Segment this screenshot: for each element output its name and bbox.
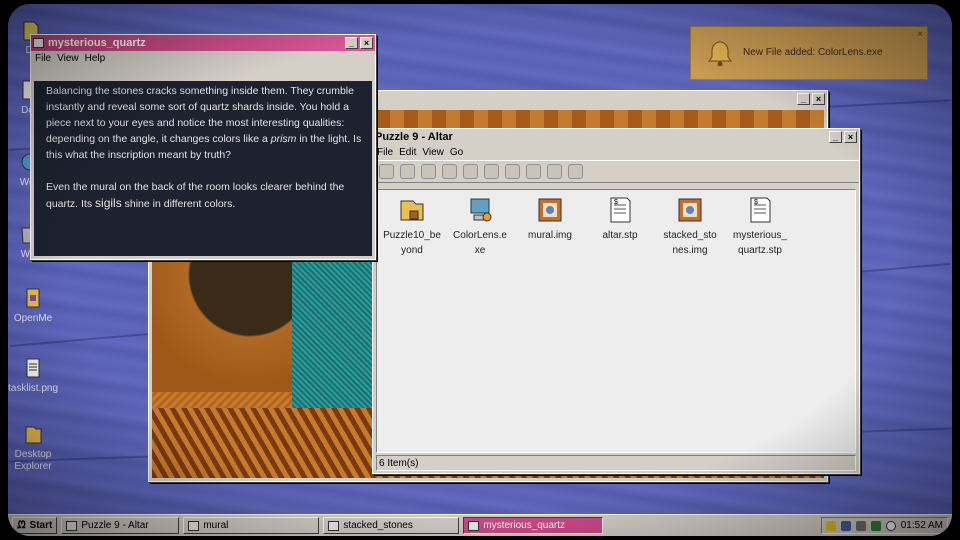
clock-icon bbox=[885, 520, 896, 531]
script-icon bbox=[26, 288, 40, 308]
file-name-line2: yond bbox=[401, 245, 423, 256]
note-window[interactable]: mysterious_quartz _ × File View Help Bal… bbox=[30, 34, 376, 260]
app-icon bbox=[33, 38, 44, 48]
file-name-line1: stacked_sto bbox=[663, 230, 717, 241]
explorer-icon bbox=[25, 426, 42, 444]
file-name-line2: xe bbox=[474, 245, 486, 256]
window-icon bbox=[468, 520, 480, 531]
explorer-menu-bar: File Edit View Go bbox=[373, 145, 859, 160]
file-item[interactable]: mural.img bbox=[515, 195, 585, 243]
menu-view[interactable]: View bbox=[422, 147, 444, 158]
notepad-icon bbox=[26, 358, 40, 378]
task-mysterious-quartz[interactable]: mysterious_quartz bbox=[463, 517, 604, 534]
image-icon bbox=[538, 198, 562, 222]
clock[interactable]: 01:52 AM bbox=[901, 520, 943, 531]
note-title-bar[interactable]: mysterious_quartz _ × bbox=[31, 35, 375, 51]
menu-help[interactable]: Help bbox=[85, 53, 106, 64]
task-stacked-stones[interactable]: stacked_stones bbox=[323, 517, 460, 534]
desktop-icon-label: tasklist.png bbox=[8, 383, 59, 394]
speaker-icon[interactable] bbox=[855, 520, 866, 531]
desktop-icon-label: Desktop Explorer bbox=[14, 449, 52, 472]
taskbar: ᘻ Start Puzzle 9 - Altar mural stacked_s… bbox=[8, 514, 952, 536]
notification-close-button[interactable]: × bbox=[917, 29, 923, 40]
explorer-title: Puzzle 9 - Altar bbox=[375, 131, 453, 143]
close-button[interactable]: × bbox=[812, 93, 825, 105]
task-label: mural bbox=[203, 520, 229, 531]
desktop: Do Doc Web Wa OpenMe tasklist.png Deskto… bbox=[8, 4, 952, 536]
locked-folder-icon bbox=[400, 200, 424, 221]
task-puzzle-9-altar[interactable]: Puzzle 9 - Altar bbox=[61, 517, 180, 534]
bell-icon bbox=[708, 41, 732, 67]
shield-icon[interactable] bbox=[870, 520, 881, 531]
desktop-icon-openme[interactable]: OpenMe bbox=[8, 286, 61, 325]
file-name-line1: altar.stp bbox=[602, 230, 638, 241]
note-menu-bar: File View Help bbox=[31, 51, 375, 66]
file-name-line1: mysterious_ bbox=[733, 230, 787, 241]
file-item[interactable]: Puzzle10_be yond bbox=[377, 195, 447, 258]
close-button[interactable]: × bbox=[844, 131, 857, 143]
task-mural[interactable]: mural bbox=[183, 517, 320, 534]
task-label: stacked_stones bbox=[343, 520, 413, 531]
file-name-line1: mural.img bbox=[528, 230, 572, 241]
start-button[interactable]: ᘻ Start bbox=[12, 517, 58, 534]
file-item[interactable]: ColorLens.e xe bbox=[445, 195, 515, 258]
cut-icon[interactable] bbox=[442, 164, 457, 179]
explorer-title-bar[interactable]: Puzzle 9 - Altar _ × bbox=[373, 129, 859, 145]
settings-icon[interactable] bbox=[505, 164, 520, 179]
view-icon[interactable] bbox=[547, 164, 562, 179]
file-list: Puzzle10_be yond ColorLens.e xe mural.im… bbox=[376, 189, 856, 453]
minimize-button[interactable]: _ bbox=[797, 93, 810, 105]
note-paragraph-2: Even the mural on the back of the room l… bbox=[46, 181, 345, 210]
stp-document-icon: $ bbox=[610, 197, 631, 223]
note-paragraph-1: Balancing the stones cracks something in… bbox=[46, 85, 362, 161]
desktop-icon-tasklist[interactable]: tasklist.png bbox=[8, 356, 61, 395]
explorer-toolbar bbox=[373, 160, 859, 183]
notification-toast[interactable]: New File added: ColorLens.exe × bbox=[690, 26, 928, 80]
menu-file[interactable]: File bbox=[35, 53, 51, 64]
file-name-line1: Puzzle10_be bbox=[383, 230, 441, 241]
svg-text:$: $ bbox=[614, 199, 618, 206]
note-title: mysterious_quartz bbox=[48, 37, 146, 49]
copy-icon[interactable] bbox=[463, 164, 478, 179]
note-body[interactable]: Balancing the stones cracks something in… bbox=[34, 81, 372, 256]
properties-icon[interactable] bbox=[526, 164, 541, 179]
computer-app-icon bbox=[470, 198, 492, 222]
status-bar: 6 Item(s) bbox=[376, 455, 856, 471]
task-label: Puzzle 9 - Altar bbox=[81, 520, 149, 531]
desktop-icon-label: OpenMe bbox=[13, 313, 53, 324]
menu-edit[interactable]: Edit bbox=[399, 147, 416, 158]
start-label: Start bbox=[29, 520, 53, 531]
lightbulb-icon[interactable] bbox=[825, 520, 836, 531]
stp-document-icon: $ bbox=[750, 197, 771, 223]
paste-icon[interactable] bbox=[484, 164, 499, 179]
network-icon[interactable] bbox=[840, 520, 851, 531]
file-name-line2: quartz.stp bbox=[738, 245, 782, 256]
close-button[interactable]: × bbox=[360, 37, 373, 49]
menu-go[interactable]: Go bbox=[450, 147, 463, 158]
menu-view[interactable]: View bbox=[57, 53, 79, 64]
start-logo-icon: ᘻ bbox=[17, 520, 26, 531]
forward-icon[interactable] bbox=[400, 164, 415, 179]
svg-text:$: $ bbox=[754, 199, 758, 206]
up-folder-icon[interactable] bbox=[421, 164, 436, 179]
system-tray: 01:52 AM bbox=[820, 517, 948, 534]
minimize-button[interactable]: _ bbox=[345, 37, 358, 49]
file-name-line2: nes.img bbox=[672, 245, 708, 256]
menu-file[interactable]: File bbox=[377, 147, 393, 158]
file-item[interactable]: $ altar.stp bbox=[585, 195, 655, 243]
image-icon bbox=[678, 198, 702, 222]
window-icon bbox=[66, 520, 78, 531]
back-icon[interactable] bbox=[379, 164, 394, 179]
desktop-icon-desktop-explorer[interactable]: Desktop Explorer bbox=[8, 422, 61, 473]
window-icon bbox=[328, 520, 340, 531]
task-label: mysterious_quartz bbox=[483, 520, 566, 531]
file-name-line1: ColorLens.e bbox=[453, 230, 507, 241]
file-item[interactable]: $ mysterious_ quartz.stp bbox=[725, 195, 795, 258]
window-icon bbox=[188, 520, 200, 531]
explorer-window[interactable]: Puzzle 9 - Altar _ × File Edit View Go P bbox=[372, 128, 860, 474]
file-item[interactable]: stacked_sto nes.img bbox=[655, 195, 725, 258]
refresh-icon[interactable] bbox=[568, 164, 583, 179]
notification-message: New File added: ColorLens.exe bbox=[743, 47, 883, 58]
minimize-button[interactable]: _ bbox=[829, 131, 842, 143]
